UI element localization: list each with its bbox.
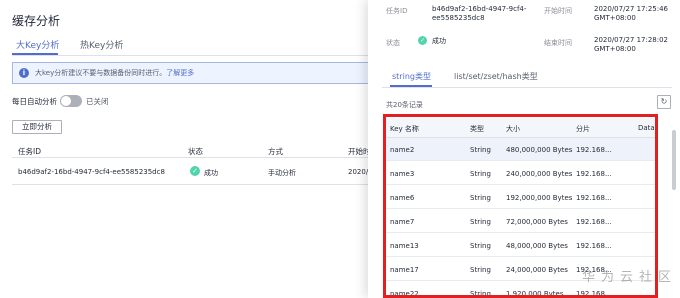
table-row[interactable]: name6 String 192,000,000 Bytes 192.168... [384,186,658,209]
key-type: String [470,194,491,202]
learn-more-link[interactable]: 了解更多 [166,69,194,77]
column-size: 大小 [506,125,520,133]
key-size: 48,000,000 Bytes [506,242,568,250]
page-title: 缓存分析 [12,14,61,28]
key-type: String [470,266,491,274]
table-row[interactable]: name2 String 480,000,000 Bytes 192.168... [384,138,658,161]
start-time-value: 2020/07/27 17:25:46 GMT+08:00 [594,5,669,22]
key-shard: 192.168... [576,242,612,250]
key-shard: 192.168... [576,290,612,296]
end-time-label: 结束时间 [544,39,572,47]
drawer-scrollbar[interactable] [672,130,676,190]
key-size: 1,920,000 Bytes [506,290,564,296]
table-row[interactable]: name3 String 240,000,000 Bytes 192.168... [384,162,658,185]
table-row[interactable]: b46d9af2-16bd-4947-9cf4-ee5585235dc8 ✓ 成… [12,159,384,185]
key-type: String [470,290,491,296]
key-shard: 192.168... [576,194,612,202]
column-type: 类型 [470,125,484,133]
task-detail-drawer: 任务ID b46d9af2-16bd-4947-9cf4-ee5585235dc… [368,0,680,298]
record-count: 共20条记录 [386,101,423,109]
info-icon: i [19,68,29,78]
refresh-icon[interactable]: ↻ [657,95,671,109]
task-status: 成功 [204,169,218,177]
table-row[interactable]: name7 String 72,000,000 Bytes 192.168... [384,210,658,233]
key-size: 192,000,000 Bytes [506,194,573,202]
key-shard: 192.168... [576,170,612,178]
key-name: name3 [390,170,415,178]
column-key-name: Key 名称 [390,125,419,133]
key-type: String [470,242,491,250]
key-size: 72,000,000 Bytes [506,218,568,226]
key-size: 480,000,000 Bytes [506,146,573,154]
table-row[interactable]: name13 String 48,000,000 Bytes 192.168... [384,234,658,257]
task-id-label: 任务ID [386,7,408,15]
task-id-link[interactable]: b46d9af2-16bd-4947-9cf4-ee5585235dc8 [18,168,165,176]
tab-string-type[interactable]: string类型 [392,71,431,82]
key-name: name17 [390,266,419,274]
notice-text: 大key分析建议不要与数据备份同时进行。了解更多 [35,68,194,78]
key-name: name2 [390,146,415,154]
auto-analysis-label: 每日自动分析 [12,97,57,106]
key-type: String [470,218,491,226]
key-type: String [470,170,491,178]
key-size: 240,000,000 Bytes [506,170,573,178]
column-database: Database [638,124,658,132]
task-table-header: 任务ID 状态 方式 开始时 [12,142,384,158]
task-mode: 手动分析 [268,169,296,177]
key-shard: 192.168... [576,218,612,226]
tab-collection-types[interactable]: list/set/zset/hash类型 [454,71,538,82]
column-mode: 方式 [268,147,283,156]
key-name: name6 [390,194,415,202]
key-name: name7 [390,218,415,226]
success-icon: ✓ [190,166,200,176]
auto-analysis-toggle[interactable] [60,95,82,107]
column-shard: 分片 [576,125,590,133]
key-name: name13 [390,242,419,250]
column-task-id: 任务ID [18,147,41,156]
end-time-value: 2020/07/27 17:28:02 GMT+08:00 [594,36,669,53]
key-size: 24,000,000 Bytes [506,266,568,274]
drawer-tabs-divider [382,87,672,88]
column-status: 状态 [188,147,203,156]
big-key-table-header: Key 名称 类型 大小 分片 Database [384,118,658,138]
key-type: String [470,146,491,154]
task-id-value: b46d9af2-16bd-4947-9cf4-ee5585235dc8 [432,5,527,22]
key-shard: 192.168... [576,146,612,154]
info-notice: i 大key分析建议不要与数据备份同时进行。了解更多 [12,62,384,84]
toggle-knob [61,96,71,106]
watermark: 华为云社区 [582,270,678,285]
toggle-state-text: 已关闭 [86,97,109,106]
status-label: 状态 [386,39,400,47]
key-name: name22 [390,290,419,296]
success-icon: ✓ [418,36,427,45]
notice-message: 大key分析建议不要与数据备份同时进行。 [35,69,167,77]
tabs-divider [12,55,368,56]
status-value: 成功 [432,37,446,45]
tab-big-key[interactable]: 大Key分析 [16,38,59,51]
start-time-label: 开始时间 [544,7,572,15]
tab-hot-key[interactable]: 热Key分析 [80,38,123,51]
analyze-now-button[interactable]: 立即分析 [12,120,62,134]
